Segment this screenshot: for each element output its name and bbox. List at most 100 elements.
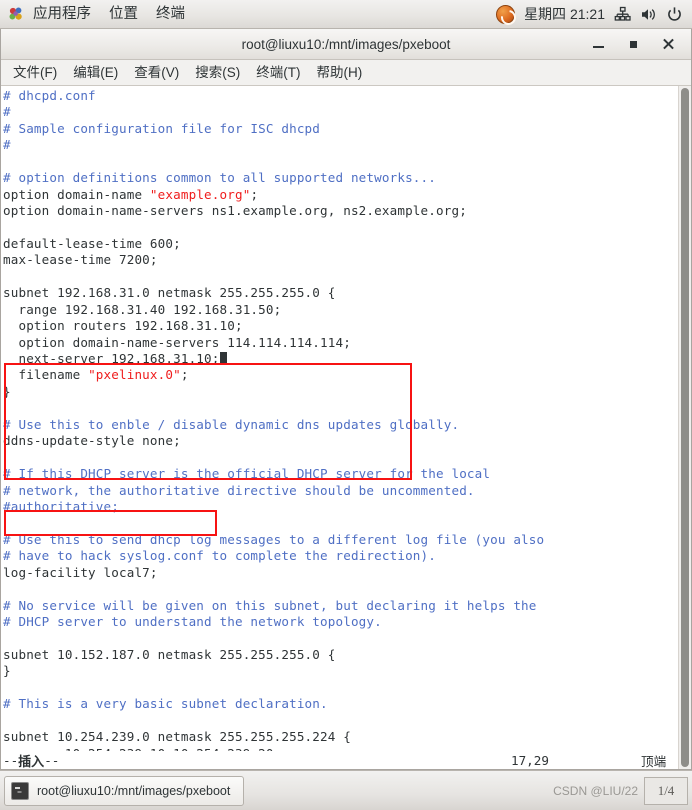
panel-menu-applications[interactable]: 应用程序 [24, 2, 100, 26]
code-span-plain: next-server 192.168.31.10; [3, 351, 220, 366]
code-span-plain: option domain-name-servers 114.114.114.1… [3, 334, 351, 350]
close-button[interactable] [661, 37, 676, 52]
terminal-content-area[interactable]: # dhcpd.conf # # Sample configuration file… [1, 86, 691, 769]
code-span-comment: # If this DHCP server is the official DH… [3, 466, 491, 482]
code-line: #authoritative; [3, 499, 678, 515]
code-line: # [3, 137, 678, 153]
code-line: } [3, 663, 678, 679]
code-line: default-lease-time 600; [3, 236, 678, 252]
code-span-comment: # dhcpd.conf [3, 88, 96, 103]
code-line: # dhcpd.conf [3, 88, 678, 104]
code-line: # Use this to enble / disable dynamic dn… [3, 417, 678, 433]
code-span-comment: # option definitions common to all suppo… [3, 170, 436, 186]
terminal-scrollbar-thumb[interactable] [681, 88, 689, 767]
code-span-comment: # Use this to enble / disable dynamic dn… [3, 416, 460, 432]
menu-edit[interactable]: 编辑(E) [65, 61, 126, 85]
code-line: # option definitions common to all suppo… [3, 170, 678, 186]
code-line: subnet 10.254.239.0 netmask 255.255.255.… [3, 729, 678, 745]
code-span-plain: } [3, 383, 11, 399]
vim-status-line: -- 插入 -- 17,29 顶端 [1, 751, 691, 769]
code-span-comment: #authoritative; [3, 498, 119, 514]
code-line: option domain-name "example.org"; [3, 187, 678, 203]
window-controls [591, 37, 691, 52]
code-span-comment: # DHCP server to understand the network … [3, 614, 382, 629]
text-cursor [219, 352, 228, 365]
code-span-plain: log-facility local7; [3, 564, 158, 580]
code-line: option routers 192.168.31.10; [3, 318, 678, 334]
status-scroll-position: 顶端 [641, 753, 667, 769]
code-line: subnet 10.152.187.0 netmask 255.255.255.… [3, 647, 678, 663]
minimize-button[interactable] [591, 37, 606, 52]
code-line: # If this DHCP server is the official DH… [3, 466, 678, 482]
code-span-string: "example.org" [149, 186, 251, 202]
code-line: # Use this to send dhcp log messages to … [3, 532, 678, 548]
code-span-comment: # Use this to send dhcp log messages to … [3, 531, 545, 547]
code-span-plain: subnet 10.254.239.0 netmask 255.255.255.… [3, 729, 351, 745]
code-span-plain: } [3, 663, 11, 679]
code-span-plain: ; [250, 186, 259, 202]
code-span-comment: # No service will be given on this subne… [3, 597, 537, 613]
bottom-panel: root@liuxu10:/mnt/images/pxeboot CSDN @L… [0, 770, 692, 810]
code-span-plain: ddns-update-style none; [3, 433, 181, 449]
menubar: 文件(F) 编辑(E) 查看(V) 搜索(S) 终端(T) 帮助(H) [1, 60, 691, 86]
gnome-foot-icon[interactable] [8, 6, 24, 22]
code-line: # [3, 104, 678, 120]
code-line: # DHCP server to understand the network … [3, 614, 678, 630]
code-span-plain: subnet 192.168.31.0 netmask 255.255.255.… [3, 285, 336, 301]
workspace-switcher[interactable]: 1/4 [644, 776, 688, 805]
status-cursor-position: 17,29 [511, 752, 549, 768]
clock-label[interactable]: 星期四 21:21 [524, 4, 605, 24]
terminal-scrollbar[interactable] [678, 86, 691, 769]
taskbar-window-label: root@liuxu10:/mnt/images/pxeboot [37, 783, 231, 798]
ubuntu-logo-icon[interactable] [496, 4, 516, 24]
menu-view[interactable]: 查看(V) [126, 61, 187, 85]
code-span-plain: default-lease-time 600; [3, 235, 181, 251]
menu-help[interactable]: 帮助(H) [309, 61, 371, 85]
code-span-plain: ; [180, 367, 189, 383]
vim-buffer[interactable]: # dhcpd.conf # # Sample configuration file… [1, 86, 678, 769]
menu-file[interactable]: 文件(F) [5, 61, 65, 85]
csdn-watermark: CSDN @LIU/22 [553, 783, 638, 798]
menu-search[interactable]: 搜索(S) [187, 61, 248, 85]
terminal-window: root@liuxu10:/mnt/images/pxeboot 文件(F) 编… [0, 29, 692, 770]
taskbar-window-button[interactable]: root@liuxu10:/mnt/images/pxeboot [4, 775, 244, 806]
code-span-plain: option domain-name [3, 186, 150, 202]
menu-terminal[interactable]: 终端(T) [248, 61, 308, 85]
code-line: option domain-name-servers ns1.example.o… [3, 203, 678, 219]
code-span-plain: option domain-name-servers ns1.example.o… [3, 203, 467, 219]
panel-menu-terminal[interactable]: 终端 [147, 2, 194, 26]
code-line: filename "pxelinux.0"; [3, 367, 678, 383]
code-line: # This is a very basic subnet declaratio… [3, 696, 678, 712]
code-span-comment: # network, the authoritative directive s… [3, 482, 475, 498]
code-line: # network, the authoritative directive s… [3, 483, 678, 499]
code-span-string: "pxelinux.0" [88, 367, 181, 383]
volume-icon[interactable] [640, 6, 657, 23]
code-line: range 192.168.31.40 192.168.31.50; [3, 302, 678, 318]
code-line: subnet 192.168.31.0 netmask 255.255.255.… [3, 285, 678, 301]
code-span-comment: # This is a very basic subnet declaratio… [3, 696, 328, 712]
power-icon[interactable] [666, 6, 683, 23]
code-span-comment: # Sample configuration file for ISC dhcp… [3, 120, 321, 136]
code-span-plain: max-lease-time 7200; [3, 252, 158, 268]
status-mode-prefix: -- [3, 752, 19, 768]
panel-menu-places[interactable]: 位置 [100, 2, 147, 26]
window-titlebar[interactable]: root@liuxu10:/mnt/images/pxeboot [1, 29, 691, 60]
code-line: } [3, 384, 678, 400]
code-span-plain: option routers 192.168.31.10; [3, 318, 243, 334]
window-title: root@liuxu10:/mnt/images/pxeboot [241, 36, 451, 52]
code-span-plain: filename [3, 367, 89, 383]
code-line: option domain-name-servers 114.114.114.1… [3, 335, 678, 351]
code-line: log-facility local7; [3, 565, 678, 581]
maximize-button[interactable] [626, 37, 641, 52]
network-icon[interactable] [614, 6, 631, 23]
